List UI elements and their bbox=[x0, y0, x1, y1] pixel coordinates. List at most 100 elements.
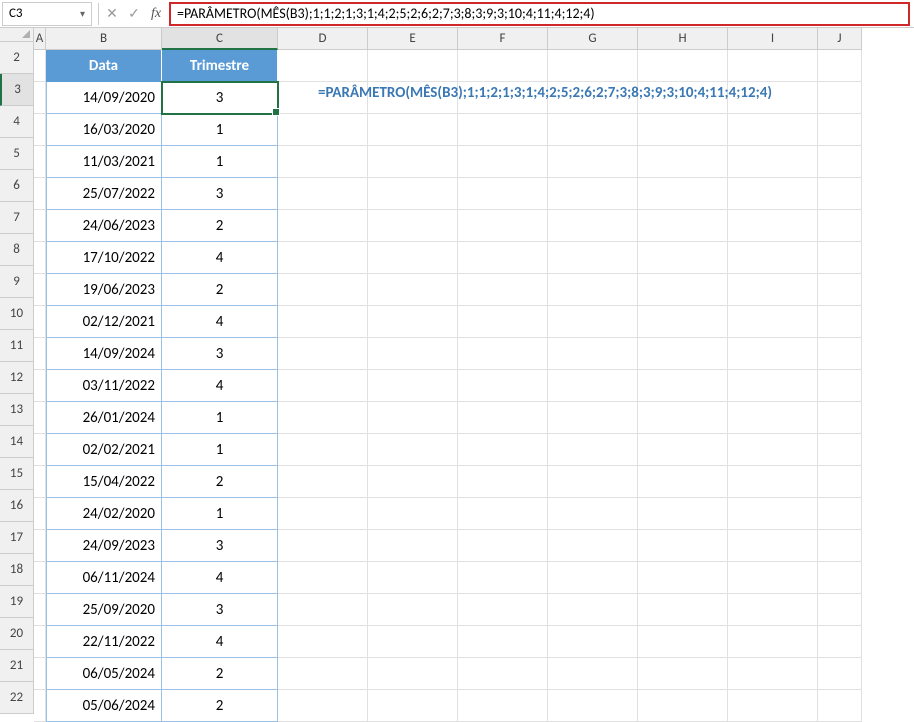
data-cell-C8[interactable]: 4 bbox=[162, 242, 278, 274]
row-header-17[interactable]: 17 bbox=[0, 522, 34, 554]
cell-F11[interactable] bbox=[458, 338, 548, 370]
row-header-15[interactable]: 15 bbox=[0, 458, 34, 490]
row-header-6[interactable]: 6 bbox=[0, 170, 34, 202]
data-cell-B21[interactable]: 06/05/2024 bbox=[46, 658, 162, 690]
cell-I15[interactable] bbox=[728, 466, 818, 498]
cell-J18[interactable] bbox=[818, 562, 862, 594]
data-cell-B15[interactable]: 15/04/2022 bbox=[46, 466, 162, 498]
cell-J6[interactable] bbox=[818, 178, 862, 210]
row-header-13[interactable]: 13 bbox=[0, 394, 34, 426]
cell-H13[interactable] bbox=[638, 402, 728, 434]
cell-G10[interactable] bbox=[548, 306, 638, 338]
cell-F7[interactable] bbox=[458, 210, 548, 242]
cell-A21[interactable] bbox=[34, 658, 46, 690]
cell-I14[interactable] bbox=[728, 434, 818, 466]
cell-A17[interactable] bbox=[34, 530, 46, 562]
row-header-21[interactable]: 21 bbox=[0, 650, 34, 682]
cell-H19[interactable] bbox=[638, 594, 728, 626]
data-cell-B14[interactable]: 02/02/2021 bbox=[46, 434, 162, 466]
row-header-10[interactable]: 10 bbox=[0, 298, 34, 330]
cell-D15[interactable] bbox=[278, 466, 368, 498]
data-cell-B17[interactable]: 24/09/2023 bbox=[46, 530, 162, 562]
cell-D16[interactable] bbox=[278, 498, 368, 530]
cell-A22[interactable] bbox=[34, 690, 46, 722]
cell-G14[interactable] bbox=[548, 434, 638, 466]
data-cell-C17[interactable]: 3 bbox=[162, 530, 278, 562]
cell-D21[interactable] bbox=[278, 658, 368, 690]
cell-I8[interactable] bbox=[728, 242, 818, 274]
row-header-2[interactable]: 2 bbox=[0, 42, 34, 74]
cell-E10[interactable] bbox=[368, 306, 458, 338]
data-cell-B8[interactable]: 17/10/2022 bbox=[46, 242, 162, 274]
cell-H6[interactable] bbox=[638, 178, 728, 210]
data-cell-C9[interactable]: 2 bbox=[162, 274, 278, 306]
data-cell-B6[interactable]: 25/07/2022 bbox=[46, 178, 162, 210]
cell-I5[interactable] bbox=[728, 146, 818, 178]
row-header-16[interactable]: 16 bbox=[0, 490, 34, 522]
cell-J21[interactable] bbox=[818, 658, 862, 690]
data-cell-C6[interactable]: 3 bbox=[162, 178, 278, 210]
fx-icon[interactable]: fx bbox=[145, 3, 167, 25]
cell-H22[interactable] bbox=[638, 690, 728, 722]
cell-G7[interactable] bbox=[548, 210, 638, 242]
cell-I9[interactable] bbox=[728, 274, 818, 306]
data-cell-C19[interactable]: 3 bbox=[162, 594, 278, 626]
data-cell-B13[interactable]: 26/01/2024 bbox=[46, 402, 162, 434]
cell-D11[interactable] bbox=[278, 338, 368, 370]
cell-H4[interactable] bbox=[638, 114, 728, 146]
cell-H14[interactable] bbox=[638, 434, 728, 466]
cell-J22[interactable] bbox=[818, 690, 862, 722]
cell-D17[interactable] bbox=[278, 530, 368, 562]
data-cell-B3[interactable]: 14/09/2020 bbox=[46, 82, 162, 114]
data-cell-C10[interactable]: 4 bbox=[162, 306, 278, 338]
row-header-19[interactable]: 19 bbox=[0, 586, 34, 618]
cell-H2[interactable] bbox=[638, 50, 728, 82]
cell-A18[interactable] bbox=[34, 562, 46, 594]
cell-H10[interactable] bbox=[638, 306, 728, 338]
column-header-A[interactable]: A bbox=[34, 28, 46, 50]
cell-E14[interactable] bbox=[368, 434, 458, 466]
cell-D5[interactable] bbox=[278, 146, 368, 178]
cell-I11[interactable] bbox=[728, 338, 818, 370]
cell-H9[interactable] bbox=[638, 274, 728, 306]
data-cell-B19[interactable]: 25/09/2020 bbox=[46, 594, 162, 626]
cell-G17[interactable] bbox=[548, 530, 638, 562]
cell-H11[interactable] bbox=[638, 338, 728, 370]
cell-E19[interactable] bbox=[368, 594, 458, 626]
cell-E2[interactable] bbox=[368, 50, 458, 82]
cell-F5[interactable] bbox=[458, 146, 548, 178]
cell-D14[interactable] bbox=[278, 434, 368, 466]
cell-D9[interactable] bbox=[278, 274, 368, 306]
row-header-14[interactable]: 14 bbox=[0, 426, 34, 458]
cell-A9[interactable] bbox=[34, 274, 46, 306]
data-cell-B4[interactable]: 16/03/2020 bbox=[46, 114, 162, 146]
cell-J10[interactable] bbox=[818, 306, 862, 338]
cell-D22[interactable] bbox=[278, 690, 368, 722]
column-header-J[interactable]: J bbox=[818, 28, 862, 50]
cell-F20[interactable] bbox=[458, 626, 548, 658]
cell-J13[interactable] bbox=[818, 402, 862, 434]
cell-E11[interactable] bbox=[368, 338, 458, 370]
data-cell-C4[interactable]: 1 bbox=[162, 114, 278, 146]
data-cell-C12[interactable]: 4 bbox=[162, 370, 278, 402]
cell-D18[interactable] bbox=[278, 562, 368, 594]
cell-G9[interactable] bbox=[548, 274, 638, 306]
cell-H15[interactable] bbox=[638, 466, 728, 498]
data-cell-C15[interactable]: 2 bbox=[162, 466, 278, 498]
name-box[interactable]: C3 ▾ bbox=[2, 2, 92, 26]
cell-J19[interactable] bbox=[818, 594, 862, 626]
row-header-4[interactable]: 4 bbox=[0, 106, 34, 138]
data-cell-B18[interactable]: 06/11/2024 bbox=[46, 562, 162, 594]
cell-E17[interactable] bbox=[368, 530, 458, 562]
cell-G2[interactable] bbox=[548, 50, 638, 82]
cell-E6[interactable] bbox=[368, 178, 458, 210]
cell-E16[interactable] bbox=[368, 498, 458, 530]
cell-A15[interactable] bbox=[34, 466, 46, 498]
row-header-5[interactable]: 5 bbox=[0, 138, 34, 170]
row-header-22[interactable]: 22 bbox=[0, 682, 34, 714]
cell-A13[interactable] bbox=[34, 402, 46, 434]
cell-E22[interactable] bbox=[368, 690, 458, 722]
cell-J12[interactable] bbox=[818, 370, 862, 402]
cell-F22[interactable] bbox=[458, 690, 548, 722]
cell-D20[interactable] bbox=[278, 626, 368, 658]
